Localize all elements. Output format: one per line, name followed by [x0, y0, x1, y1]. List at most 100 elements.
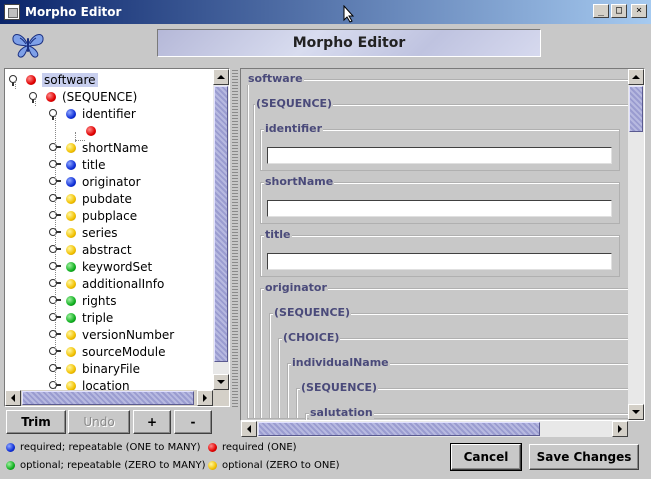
tree-scroll-thumb[interactable]: [214, 86, 228, 362]
tree-connector-line: [75, 140, 85, 141]
form-hscroll-thumb[interactable]: [258, 422, 540, 436]
legend-yellow: optional (ZERO to ONE): [208, 460, 340, 471]
tree-item[interactable]: pubdate: [49, 190, 132, 207]
blue-dot-icon: [66, 108, 76, 119]
tree-item-label: triple: [82, 310, 114, 325]
form-scroll-track[interactable]: [628, 85, 644, 404]
element-tree[interactable]: software (SEQUENCE) identifier shortName tit…: [4, 68, 230, 407]
arrow-up-icon: [632, 75, 640, 79]
tree-item[interactable]: series: [49, 224, 118, 241]
tree-item-label: versionNumber: [82, 327, 175, 342]
tree-item[interactable]: title: [49, 156, 105, 173]
legend-yellow-label: optional (ZERO to ONE): [222, 460, 340, 471]
yellow-dot-icon: [66, 227, 76, 238]
group-title-sequence-3: (SEQUENCE): [300, 381, 379, 394]
tree-item[interactable]: additionalInfo: [49, 275, 164, 292]
shortname-input[interactable]: [267, 200, 612, 217]
tree-item[interactable]: [69, 122, 102, 139]
yellow-dot-icon: [66, 142, 76, 153]
field-label-identifier: identifier: [264, 122, 324, 135]
arrow-down-icon: [632, 410, 640, 414]
minimize-button[interactable]: _: [593, 4, 609, 18]
window-title: Morpho Editor: [25, 5, 122, 19]
group-title-salutation: salutation: [309, 406, 374, 419]
tree-item-label: pubplace: [82, 208, 138, 223]
tree-item[interactable]: originator: [49, 173, 141, 190]
tree-item[interactable]: pubplace: [49, 207, 137, 224]
tree-scroll-down-button[interactable]: [213, 374, 229, 390]
mouse-cursor-icon: [343, 5, 355, 23]
title-bar[interactable]: Morpho Editor _ □ ×: [0, 0, 651, 24]
tree-scroll-up-button[interactable]: [213, 69, 229, 85]
group-title-sequence-2: (SEQUENCE): [273, 306, 352, 319]
yellow-dot-icon: [66, 210, 76, 221]
tree-item[interactable]: shortName: [49, 139, 148, 156]
red-dot-icon: [26, 74, 36, 85]
identifier-input[interactable]: [267, 147, 612, 164]
tree-scroll-left-button[interactable]: [5, 390, 21, 406]
form-panel: software (SEQUENCE) identifier shortName…: [240, 68, 645, 421]
trim-button[interactable]: Trim: [6, 410, 66, 434]
tree-item-label: shortName: [82, 140, 149, 155]
tree-hscroll-thumb[interactable]: [22, 391, 194, 405]
tree-item[interactable]: rights: [49, 292, 116, 309]
arrow-down-icon: [217, 380, 225, 384]
group-title-choice: (CHOICE): [282, 331, 341, 344]
field-label-shortname: shortName: [264, 175, 335, 188]
group-title-individualname: individualName: [291, 356, 390, 369]
tree-item[interactable]: (SEQUENCE): [29, 88, 137, 105]
tree-item-label: title: [82, 157, 106, 172]
tree-item[interactable]: binaryFile: [49, 360, 140, 377]
legend-blue: required; repeatable (ONE to MANY): [6, 442, 201, 453]
tree-item-label: rights: [82, 293, 117, 308]
tree-item[interactable]: keywordSet: [49, 258, 152, 275]
tree-vertical-scrollbar[interactable]: [213, 69, 229, 390]
arrow-right-icon: [203, 394, 207, 402]
tree-item-label: keywordSet: [82, 259, 153, 274]
undo-button[interactable]: Undo: [68, 410, 130, 434]
header: Morpho Editor: [0, 24, 651, 68]
tree-item-label: sourceModule: [82, 344, 166, 359]
form-scroll-down-button[interactable]: [628, 404, 644, 420]
cancel-button[interactable]: Cancel: [450, 443, 522, 471]
form-horizontal-scrollbar[interactable]: [241, 421, 628, 437]
butterfly-icon: [12, 34, 44, 58]
tree-item[interactable]: abstract: [49, 241, 132, 258]
legend-red-label: required (ONE): [222, 442, 297, 453]
form-scroll-thumb[interactable]: [629, 86, 643, 132]
tree-connector-line: [15, 81, 16, 89]
blue-dot-icon: [66, 159, 76, 170]
form-vertical-scrollbar[interactable]: [628, 69, 644, 420]
form-scroll-up-button[interactable]: [628, 69, 644, 85]
legend-green: optional; repeatable (ZERO to MANY): [6, 460, 206, 471]
arrow-left-icon: [11, 394, 15, 402]
tree-item-label: originator: [82, 174, 141, 189]
tree-item[interactable]: identifier: [49, 105, 136, 122]
title-input[interactable]: [267, 253, 612, 270]
maximize-button[interactable]: □: [611, 4, 627, 18]
tree-scroll-right-button[interactable]: [197, 390, 213, 406]
group-title-sequence: (SEQUENCE): [255, 97, 334, 110]
window-controls: _ □ ×: [593, 4, 647, 18]
form-scroll-right-button[interactable]: [612, 421, 628, 437]
close-button[interactable]: ×: [631, 4, 647, 18]
arrow-left-icon: [247, 425, 251, 433]
remove-button[interactable]: -: [174, 410, 212, 434]
red-dot-icon: [86, 125, 96, 136]
yellow-dot-icon: [66, 363, 76, 374]
tree-item-label: (SEQUENCE): [62, 89, 138, 104]
form-scroll-left-button[interactable]: [241, 421, 257, 437]
green-dot-icon: [66, 261, 76, 272]
save-changes-button[interactable]: Save Changes: [529, 444, 639, 470]
add-button[interactable]: +: [133, 410, 171, 434]
group-title-software: software: [247, 72, 304, 85]
panel-splitter[interactable]: [232, 68, 238, 407]
tree-item[interactable]: triple: [49, 309, 113, 326]
blue-dot-icon: [6, 443, 15, 452]
yellow-dot-icon: [66, 244, 76, 255]
tree-horizontal-scrollbar[interactable]: [5, 390, 229, 406]
tree-item[interactable]: sourceModule: [49, 343, 165, 360]
header-banner: Morpho Editor: [157, 29, 541, 57]
tree-item[interactable]: software: [9, 71, 98, 88]
tree-item[interactable]: versionNumber: [49, 326, 174, 343]
